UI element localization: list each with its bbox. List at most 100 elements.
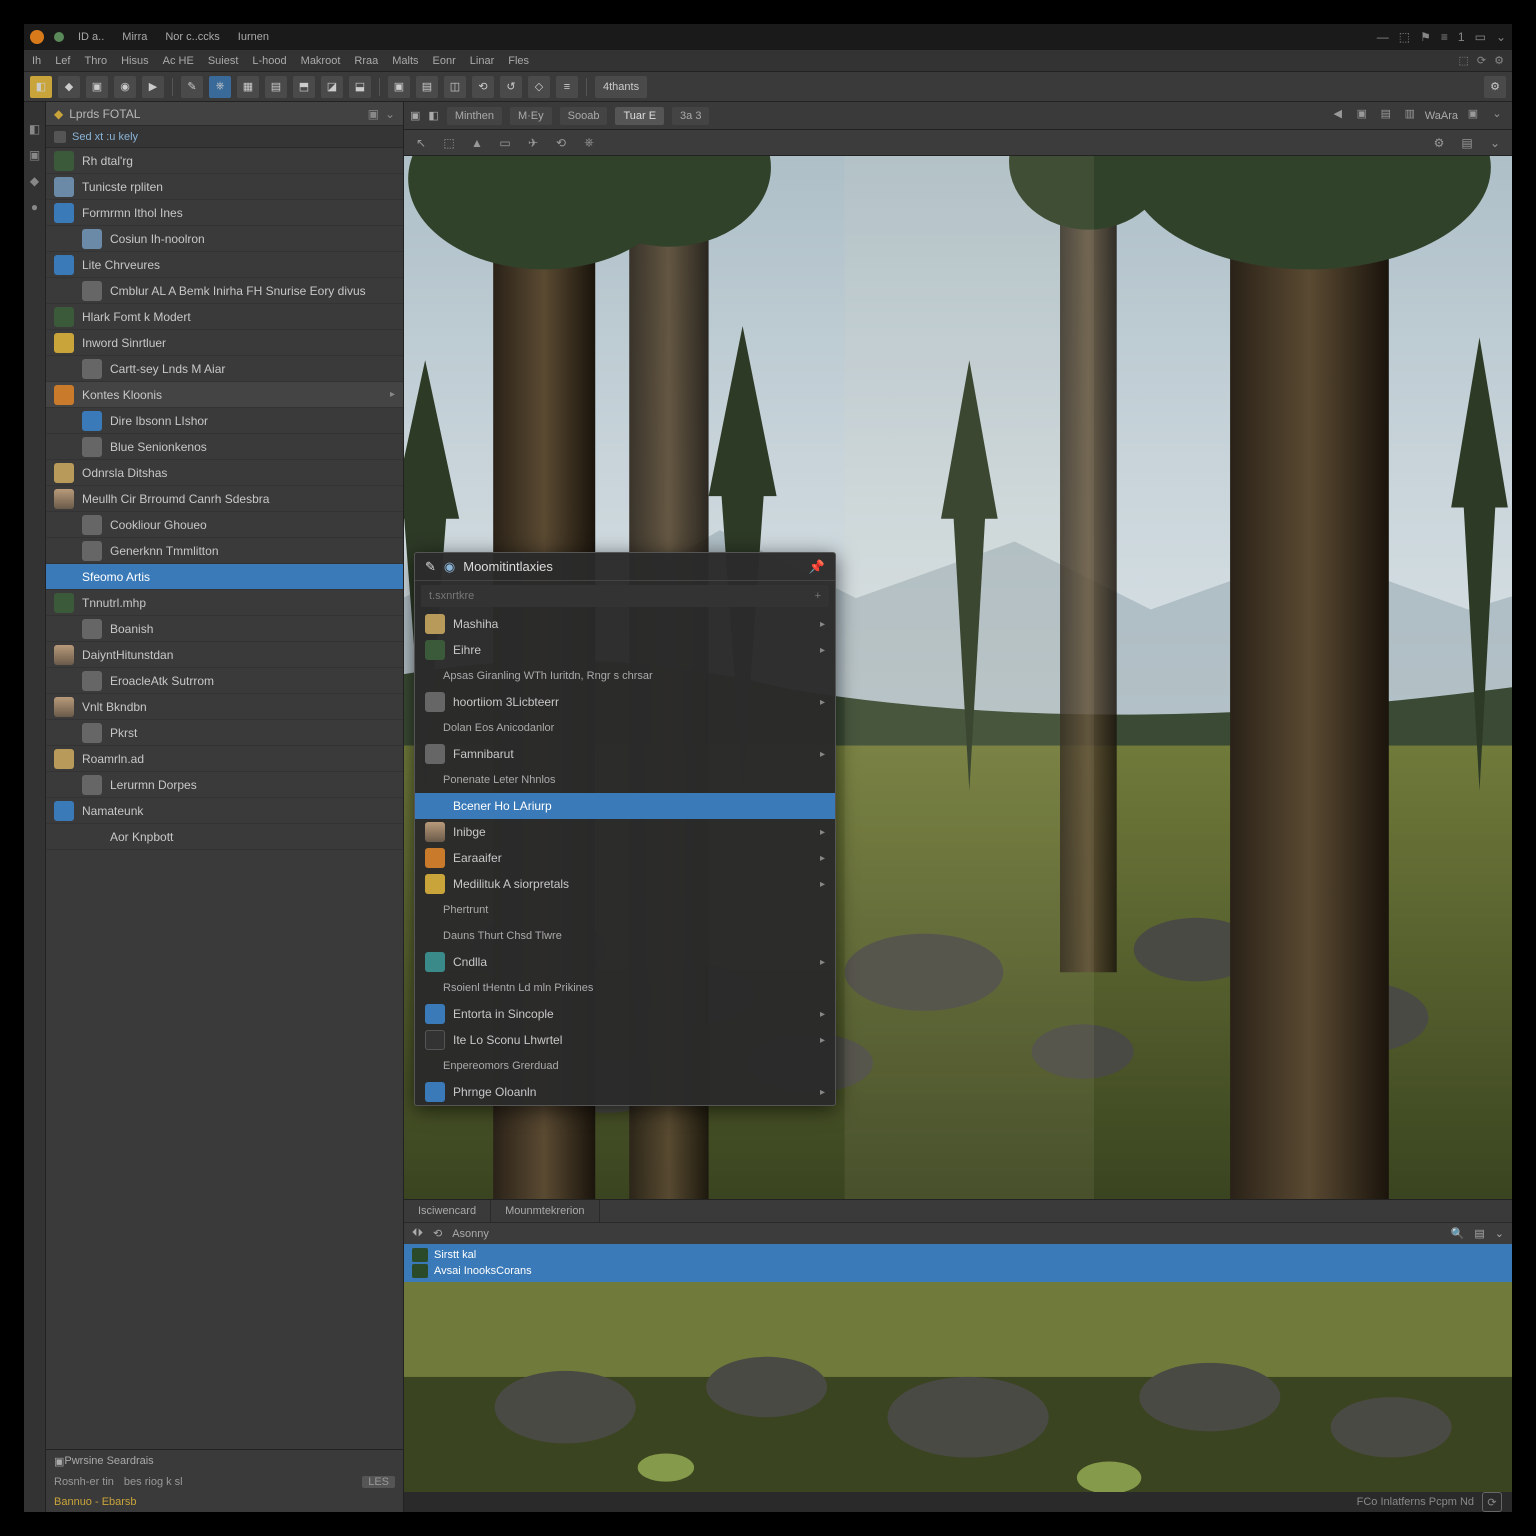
viewport-right-icon[interactable]: ▤ (1377, 107, 1395, 125)
dock-preview[interactable] (404, 1282, 1512, 1492)
title-item[interactable]: Mirra (118, 31, 151, 43)
sys-icon[interactable]: ⚑ (1420, 30, 1431, 44)
menu-item[interactable]: Thro (84, 55, 107, 67)
list-item[interactable]: Formrmn Ithol Ines (46, 200, 403, 226)
popup-item[interactable]: Phrnge Oloanln▸ (415, 1079, 835, 1105)
list-item[interactable]: Cookliour Ghoueo (46, 512, 403, 538)
rail-icon[interactable]: ▣ (29, 148, 40, 162)
list-item[interactable]: Inword Sinrtluer (46, 330, 403, 356)
popup-item[interactable]: Ponenate Leter Nhnlos (415, 767, 835, 793)
viewport-right-icon[interactable]: ▣ (1353, 107, 1371, 125)
plus-icon[interactable]: + (815, 590, 821, 602)
toolbar-button[interactable]: ◫ (444, 76, 466, 98)
pin-icon[interactable]: 📌 (809, 559, 825, 575)
popup-item[interactable]: Earaaifer▸ (415, 845, 835, 871)
toolbar-button[interactable]: ⬒ (293, 76, 315, 98)
popup-item[interactable]: Apsas Giranling WTh Iuritdn, Rngr s chrs… (415, 663, 835, 689)
viewport-tool[interactable]: ⎈ (580, 134, 598, 152)
engine-logo-icon[interactable]: ⟳ (1482, 1492, 1502, 1512)
viewport-tool[interactable]: ⚙ (1430, 134, 1448, 152)
panel-list[interactable]: Rh dtal'rgTunicste rplitenFormrmn Ithol … (46, 148, 403, 1449)
list-item[interactable]: Sfeomo Artis (46, 564, 403, 590)
list-item[interactable]: Kontes Kloonis▸ (46, 382, 403, 408)
sys-icon[interactable]: ▭ (1475, 30, 1486, 44)
popup-item[interactable]: Phertrunt (415, 897, 835, 923)
viewport-tab-icon[interactable]: ▣ (410, 109, 420, 122)
viewport-tool[interactable]: ⟲ (552, 134, 570, 152)
toolbar-button[interactable]: ⎈ (209, 76, 231, 98)
menu-right-icon[interactable]: ⚙ (1494, 54, 1504, 67)
popup-item[interactable]: Cndlla▸ (415, 949, 835, 975)
popup-item[interactable]: Famnibarut▸ (415, 741, 835, 767)
toolbar-button[interactable]: ◆ (58, 76, 80, 98)
viewport-tool[interactable]: ✈ (524, 134, 542, 152)
title-item[interactable]: Iurnen (234, 31, 273, 43)
dock-bar-icon[interactable]: ▤ (1474, 1227, 1484, 1240)
viewport-right-icon[interactable]: ⌄ (1488, 107, 1506, 125)
viewport-tool[interactable]: ⌄ (1486, 134, 1504, 152)
viewport-tab[interactable]: Tuar E (615, 107, 664, 125)
popup-item[interactable]: Medilituk A siorpretals▸ (415, 871, 835, 897)
toolbar-button[interactable]: ▦ (237, 76, 259, 98)
list-item[interactable]: Tnnutrl.mhp (46, 590, 403, 616)
popup-item[interactable]: Rsoienl tHentn Ld mln Prikines (415, 975, 835, 1001)
popup-item[interactable]: Inibge▸ (415, 819, 835, 845)
viewport-tab[interactable]: Minthen (447, 107, 502, 125)
toolbar-button[interactable]: ▶ (142, 76, 164, 98)
list-item[interactable]: Cartt-sey Lnds M Aiar (46, 356, 403, 382)
title-item[interactable]: Nor c..ccks (161, 31, 223, 43)
viewport-tool[interactable]: ↖ (412, 134, 430, 152)
list-item[interactable]: Aor Knpbott (46, 824, 403, 850)
menu-item[interactable]: Malts (392, 55, 418, 67)
sys-icon[interactable]: ≡ (1441, 30, 1448, 44)
list-item[interactable]: Blue Senionkenos (46, 434, 403, 460)
list-item[interactable]: Cosiun Ih-noolron (46, 226, 403, 252)
panel-action-icon[interactable]: ▣ (368, 107, 379, 121)
toolbar-button[interactable]: ↺ (500, 76, 522, 98)
menu-item[interactable]: Fles (508, 55, 529, 67)
dock-tab[interactable]: Isciwencard (404, 1200, 491, 1222)
popup-item[interactable]: Ite Lo Sconu Lhwrtel▸ (415, 1027, 835, 1053)
menu-item[interactable]: Lef (55, 55, 70, 67)
list-item[interactable]: Lite Chrveures (46, 252, 403, 278)
dock-tab[interactable]: Mounmtekrerion (491, 1200, 599, 1222)
sys-icon[interactable]: — (1377, 30, 1389, 44)
popup-item[interactable]: Dolan Eos Anicodanlor (415, 715, 835, 741)
menu-item[interactable]: Makroot (301, 55, 341, 67)
dock-bar-icon[interactable]: ⌄ (1495, 1227, 1504, 1240)
sys-icon[interactable]: 1 (1458, 30, 1465, 44)
menu-item[interactable]: Hisus (121, 55, 149, 67)
toolbar-button[interactable]: ▤ (416, 76, 438, 98)
panel-search[interactable]: Sed xt :u kely (46, 126, 403, 148)
popup-item[interactable]: Enpereomors Grerduad (415, 1053, 835, 1079)
viewport-tab[interactable]: 3a 3 (672, 107, 709, 125)
toolbar-button[interactable]: ≡ (556, 76, 578, 98)
popup-item[interactable]: hoortiiom 3Licbteerr▸ (415, 689, 835, 715)
sys-icon[interactable]: ⌄ (1496, 30, 1506, 44)
panel-action-icon[interactable]: ⌄ (385, 107, 395, 121)
dock-bar-icon[interactable]: 🔍 (1451, 1227, 1465, 1240)
viewport-tab-icon[interactable]: ◧ (428, 109, 438, 122)
list-item[interactable]: Generknn Tmmlitton (46, 538, 403, 564)
menu-item[interactable]: Rraa (354, 55, 378, 67)
toolbar-button[interactable]: ⟲ (472, 76, 494, 98)
popup-item[interactable]: Dauns Thurt Chsd Tlwre (415, 923, 835, 949)
list-item[interactable]: DaiyntHitunstdan (46, 642, 403, 668)
dock-selection[interactable]: Sirstt kal Avsai InooksCorans (404, 1244, 1512, 1282)
list-item[interactable]: Roamrln.ad (46, 746, 403, 772)
viewport-tool[interactable]: ▲ (468, 134, 486, 152)
menu-item[interactable]: Ac HE (163, 55, 194, 67)
popup-list[interactable]: Mashiha▸Eihre▸Apsas Giranling WTh Iuritd… (415, 611, 835, 1105)
list-item[interactable]: Pkrst (46, 720, 403, 746)
menu-item[interactable]: Ih (32, 55, 41, 67)
viewport-tab[interactable]: M·Ey (510, 107, 552, 125)
viewport-tool[interactable]: ⬚ (440, 134, 458, 152)
menu-item[interactable]: Linar (470, 55, 494, 67)
menu-item[interactable]: Suiest (208, 55, 239, 67)
toolbar-search[interactable]: 4thants (595, 76, 647, 98)
rail-icon[interactable]: ◧ (29, 122, 40, 136)
viewport-right-icon[interactable]: ▥ (1401, 107, 1419, 125)
viewport-tab[interactable]: Sooab (560, 107, 608, 125)
popup-item[interactable]: Mashiha▸ (415, 611, 835, 637)
toolbar-button[interactable]: ✎ (181, 76, 203, 98)
